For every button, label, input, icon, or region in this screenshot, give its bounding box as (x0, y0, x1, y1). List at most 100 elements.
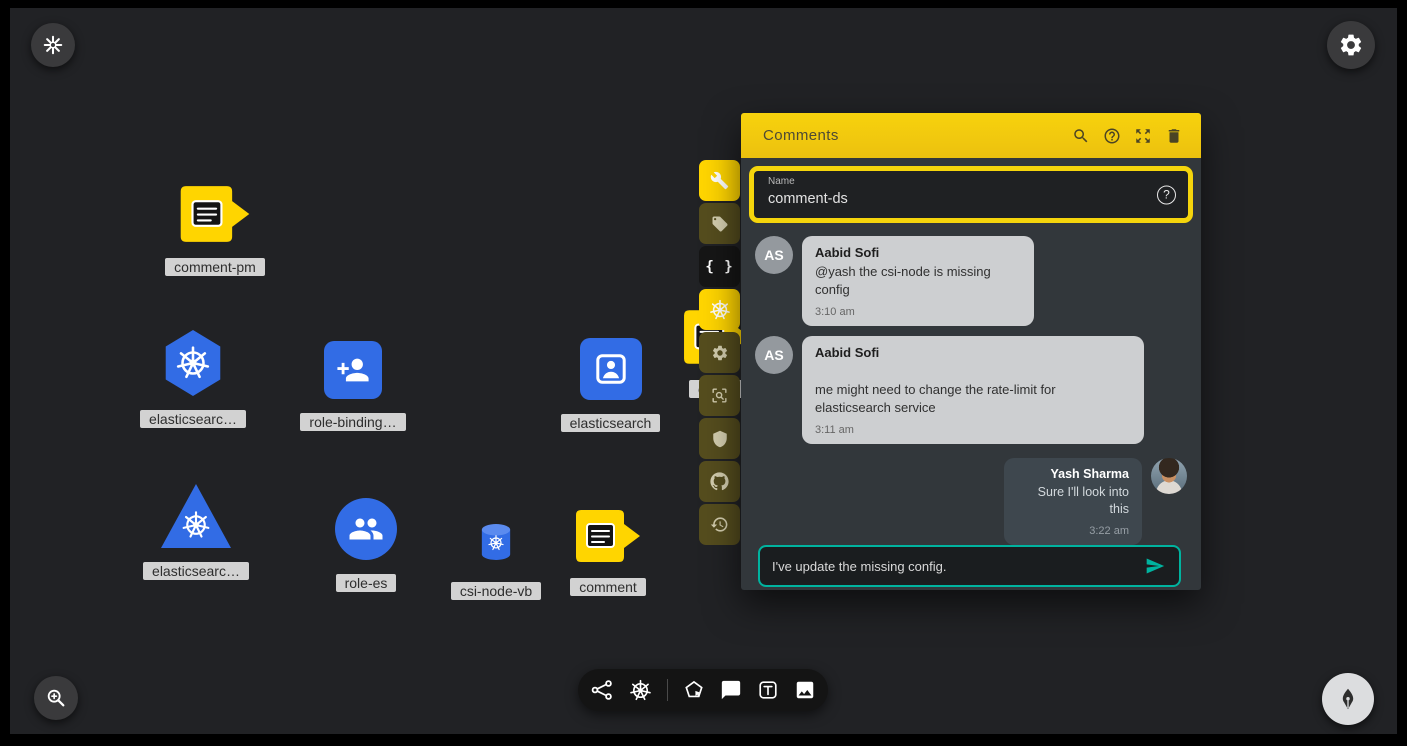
node-label: comment (570, 578, 646, 596)
node-comment-pm[interactable]: comment-pm (150, 184, 280, 276)
comment-input[interactable] (772, 559, 1141, 574)
bottom-dock-toolbar (578, 669, 828, 711)
image-icon (794, 679, 816, 701)
toolbar-scan-search-button[interactable] (699, 375, 740, 416)
message-text: Sure I'll look into this (1017, 484, 1129, 519)
shapes-tool-button[interactable] (683, 679, 705, 701)
avatar-photo (1151, 458, 1187, 494)
kubernetes-wheel-icon (629, 679, 652, 702)
text-tool-icon (757, 679, 779, 701)
comment-node-icon (575, 508, 641, 564)
zoom-button[interactable] (34, 676, 78, 720)
workflow-icon (590, 678, 614, 702)
node-label: role-binding… (300, 413, 405, 431)
shield-icon (711, 430, 729, 448)
gear-icon (1338, 32, 1364, 58)
message-bubble: Yash Sharma Sure I'll look into this 3:2… (1004, 458, 1142, 546)
avatar: AS (755, 236, 793, 274)
toolbar-tag-button[interactable] (699, 203, 740, 244)
zoom-icon (45, 687, 67, 709)
name-input[interactable] (768, 191, 1098, 207)
shapes-icon (683, 679, 705, 701)
text-tool-button[interactable] (757, 679, 779, 701)
node-label: role-es (336, 574, 397, 592)
role-binding-icon (324, 341, 382, 399)
avatar: AS (755, 336, 793, 374)
send-icon (1145, 556, 1165, 576)
snowflake-icon (42, 34, 64, 56)
tag-icon (711, 215, 729, 233)
github-icon (710, 472, 729, 491)
toolbar-kubernetes-button[interactable] (699, 289, 740, 330)
scan-search-icon (710, 386, 729, 405)
settings-button[interactable] (1327, 21, 1375, 69)
braces-icon: { } (705, 259, 733, 275)
help-icon (1103, 127, 1121, 145)
node-comment[interactable]: comment (558, 508, 658, 596)
pen-tool-button[interactable] (1322, 673, 1374, 725)
trash-icon (1165, 127, 1183, 145)
panel-search-button[interactable] (1065, 120, 1096, 151)
kubernetes-wheel-icon (709, 299, 731, 321)
message-text: @yash the csi-node is missing config (815, 263, 1021, 299)
kanvas-menu-button[interactable] (31, 23, 75, 67)
gear-icon (711, 344, 729, 362)
search-icon (1072, 127, 1090, 145)
storage-cylinder-icon (479, 522, 513, 562)
kubernetes-triangle-icon (161, 484, 231, 548)
comment-composer (758, 545, 1181, 587)
message-bubble: Aabid Sofi me might need to change the r… (802, 336, 1144, 444)
history-icon (710, 515, 729, 534)
role-icon (335, 498, 397, 560)
panel-help-button[interactable] (1096, 120, 1127, 151)
comment-message: AS Aabid Sofi @yash the csi-node is miss… (755, 236, 1187, 326)
pen-nib-icon (1335, 686, 1361, 712)
node-elasticsearch-hexagon[interactable]: elasticsearc… (128, 330, 258, 428)
node-context-toolbar: { } (699, 160, 740, 545)
comment-tool-button[interactable] (720, 679, 742, 701)
toolbar-gear-button[interactable] (699, 332, 740, 373)
comment-node-icon (179, 184, 251, 244)
panel-delete-button[interactable] (1158, 120, 1189, 151)
comment-thread: AS Aabid Sofi @yash the csi-node is miss… (741, 231, 1201, 545)
toolbar-shield-button[interactable] (699, 418, 740, 459)
message-author: Aabid Sofi (815, 245, 1021, 260)
node-label: elasticsearc… (143, 562, 249, 580)
name-help-icon[interactable]: ? (1157, 185, 1176, 204)
toolbar-braces-button[interactable]: { } (699, 246, 740, 287)
message-time: 3:22 am (1017, 525, 1129, 537)
panel-title: Comments (763, 127, 1065, 144)
node-elasticsearch-triangle[interactable]: elasticsearc… (130, 484, 262, 580)
node-csi-node-vb[interactable]: csi-node-vb (443, 522, 549, 600)
service-account-icon (580, 338, 642, 400)
node-role-binding[interactable]: role-binding… (288, 341, 418, 431)
name-field-label: Name (768, 176, 795, 187)
panel-expand-button[interactable] (1127, 120, 1158, 151)
node-label: elasticsearc… (140, 410, 246, 428)
message-text: me might need to change the rate-limit f… (815, 363, 1131, 417)
message-bubble: Aabid Sofi @yash the csi-node is missing… (802, 236, 1034, 326)
toolbar-github-button[interactable] (699, 461, 740, 502)
node-role-es[interactable]: role-es (327, 498, 405, 592)
message-author: Aabid Sofi (815, 345, 1131, 360)
image-tool-button[interactable] (794, 679, 816, 701)
comment-message: AS Aabid Sofi me might need to change th… (755, 336, 1187, 444)
name-field: Name ? (749, 166, 1193, 223)
node-label: comment-pm (165, 258, 265, 276)
toolbar-history-button[interactable] (699, 504, 740, 545)
node-label: elasticsearch (561, 414, 661, 432)
kubernetes-tool-button[interactable] (629, 679, 652, 702)
toolbar-wrench-button[interactable] (699, 160, 740, 201)
workflow-tool-button[interactable] (590, 678, 614, 702)
message-time: 3:10 am (815, 306, 1021, 318)
send-button[interactable] (1141, 553, 1169, 579)
kubernetes-hexagon-icon (162, 330, 224, 396)
wrench-icon (710, 171, 729, 190)
message-time: 3:11 am (815, 424, 1131, 436)
node-elasticsearch-serviceaccount[interactable]: elasticsearch (548, 338, 673, 432)
node-label: csi-node-vb (451, 582, 541, 600)
expand-icon (1134, 127, 1152, 145)
dock-divider (667, 679, 668, 701)
comments-panel-header: Comments (741, 113, 1201, 158)
comment-message: Yash Sharma Sure I'll look into this 3:2… (755, 458, 1187, 546)
